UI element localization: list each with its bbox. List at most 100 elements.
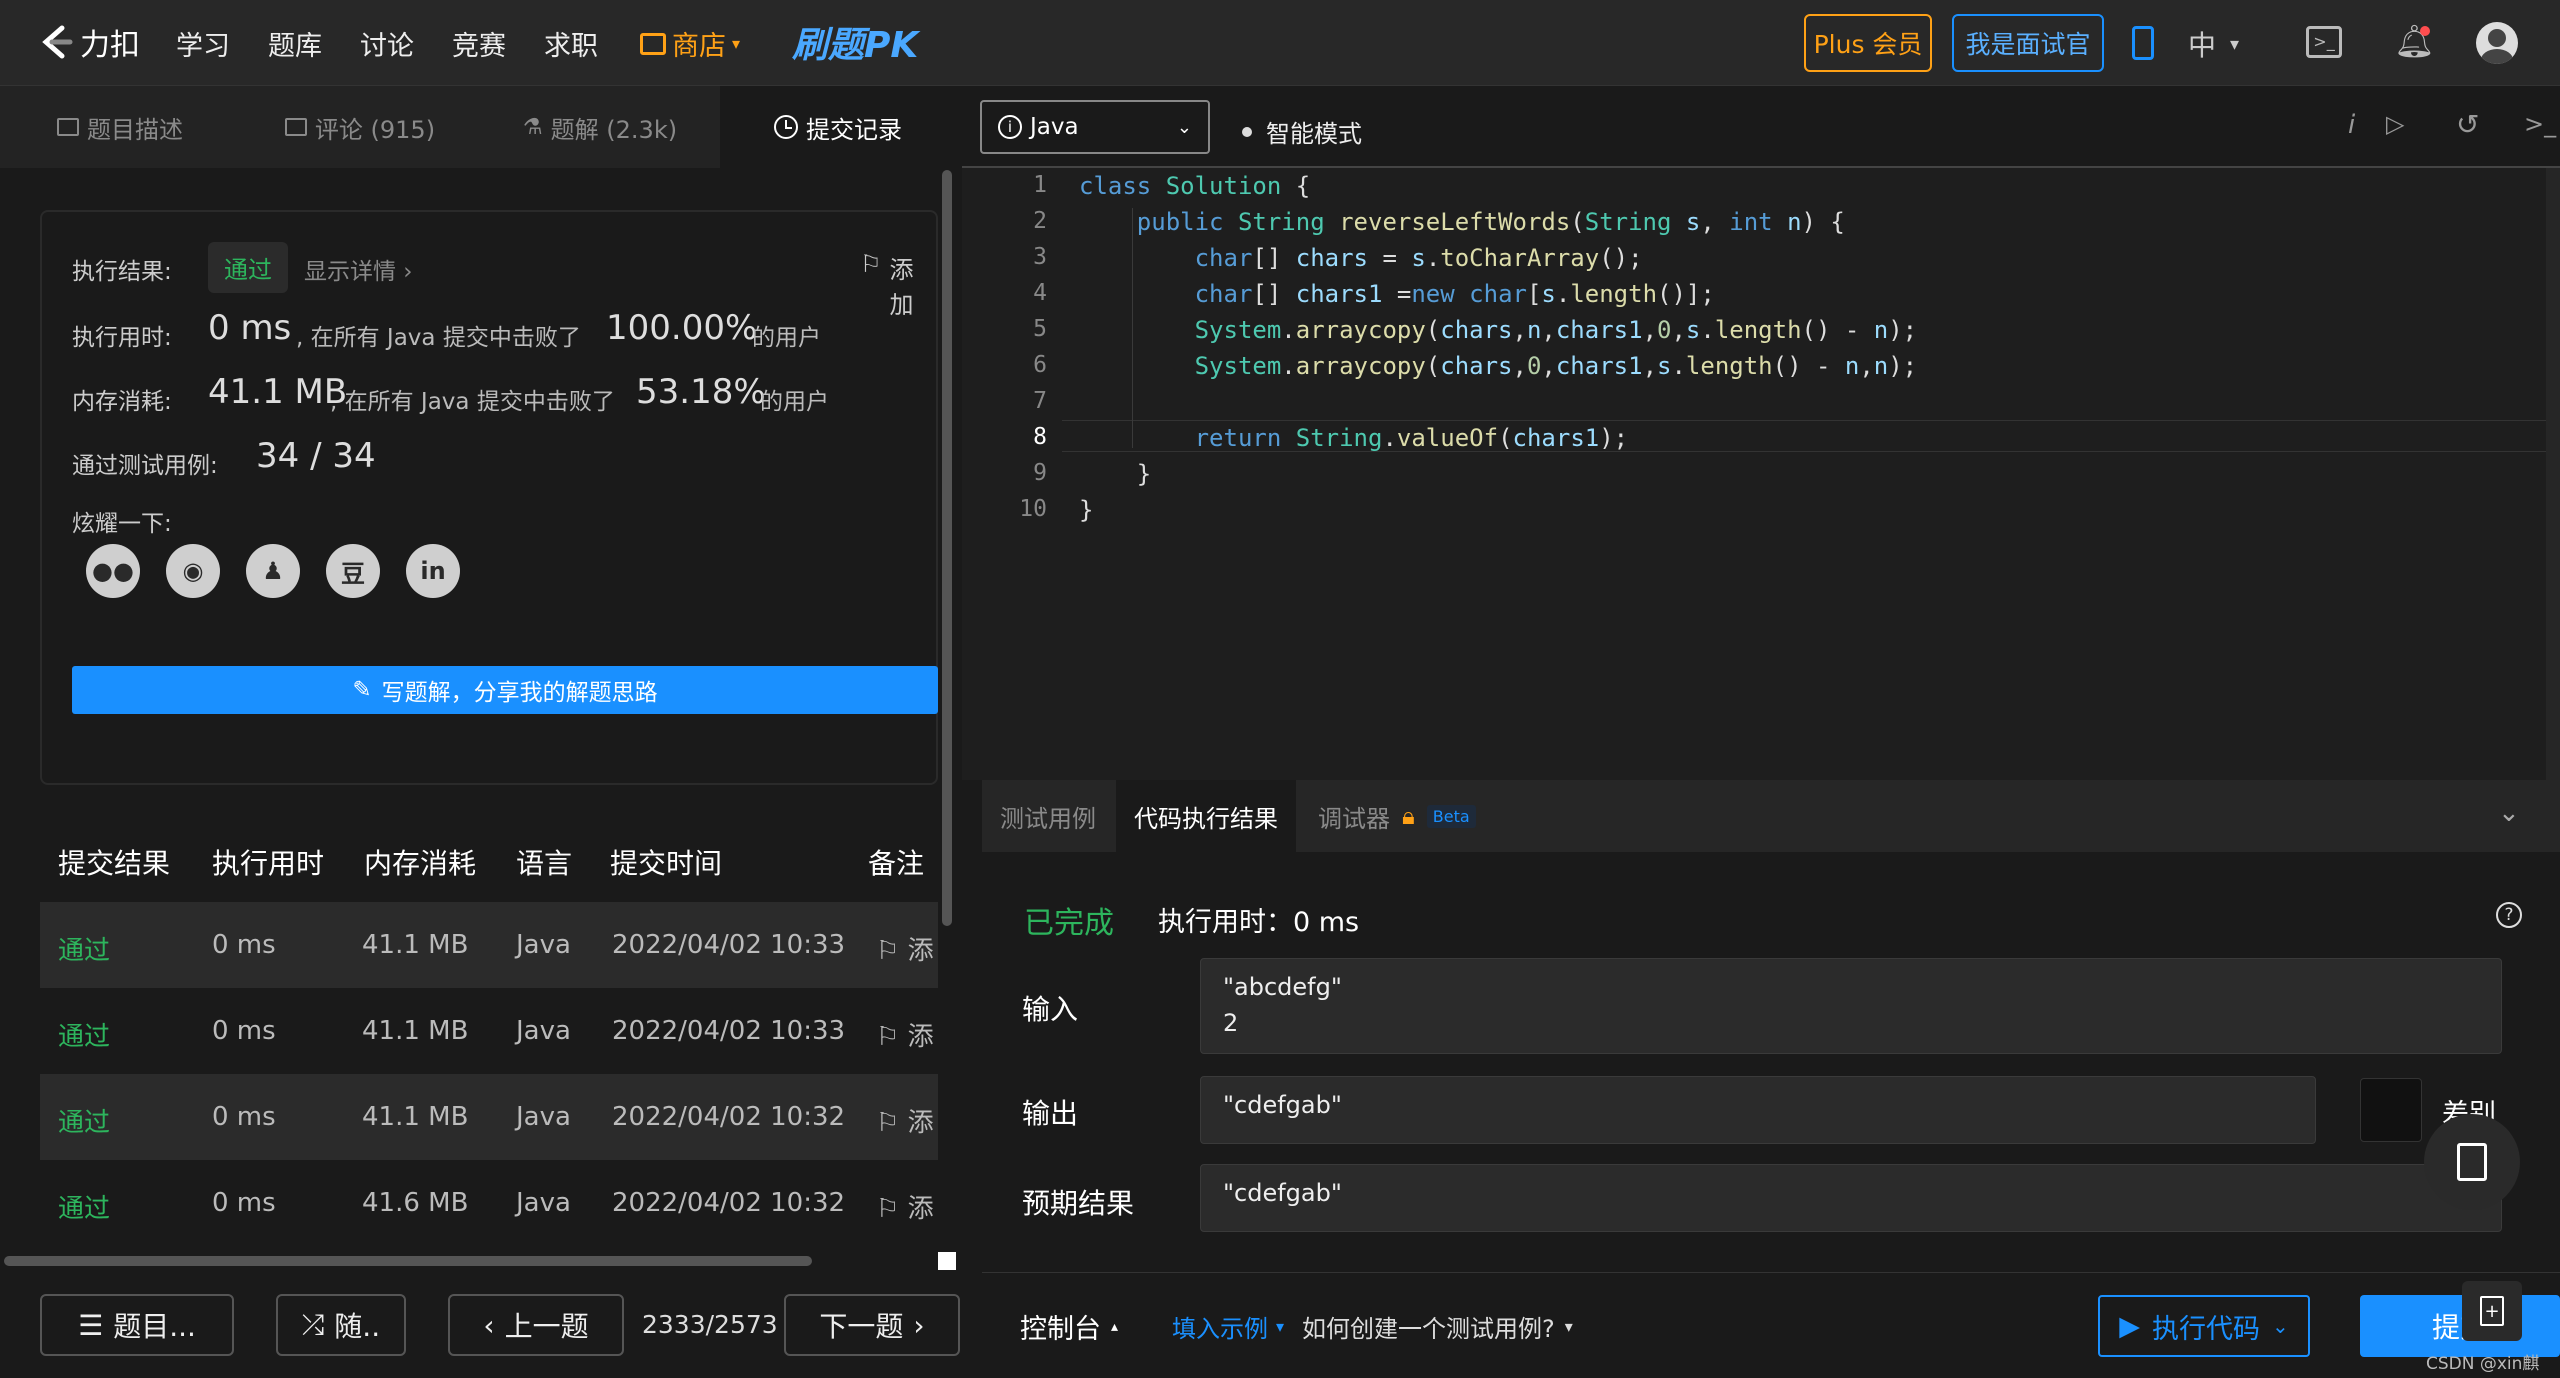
row-result[interactable]: 通过 bbox=[58, 1102, 110, 1139]
plus-member-label: Plus 会员 bbox=[1813, 30, 1923, 59]
table-row[interactable]: 通过 0 ms 41.1 MB Java 2022/04/02 10:33 ⚐ … bbox=[40, 902, 938, 988]
flag-icon: ⚐ bbox=[876, 1022, 900, 1052]
wechat-icon[interactable]: ●● bbox=[86, 544, 140, 598]
collapse-chevron-icon[interactable]: ⌄ bbox=[2498, 798, 2520, 828]
status-label: 执行结果: bbox=[72, 259, 172, 285]
fill-example-dropdown[interactable]: 填入示例 ▾ bbox=[1172, 1309, 1284, 1344]
plus-member-button[interactable]: Plus 会员 bbox=[1804, 14, 1932, 72]
status-badge: 通过 bbox=[208, 242, 288, 293]
qq-icon[interactable]: ♟ bbox=[246, 544, 300, 598]
tab-comments[interactable]: 评论 (915) bbox=[240, 86, 480, 168]
leetcode-logo[interactable]: 力扣 bbox=[38, 20, 140, 64]
random-button[interactable]: ⤮ 随.. bbox=[276, 1294, 406, 1356]
share-label: 炫耀一下: bbox=[72, 511, 172, 537]
flag-icon: ⚐ bbox=[860, 250, 882, 278]
row-language: Java bbox=[516, 930, 571, 960]
row-note-button[interactable]: ⚐ 添 bbox=[876, 930, 934, 967]
bottom-action-bar: 控制台 ▴ 填入示例 ▾ 如何创建一个测试用例? ▾ ▶ 执行代码 ⌄ 提交 +… bbox=[982, 1272, 2560, 1378]
add-note-float-button[interactable]: + bbox=[2462, 1281, 2522, 1341]
col-date: 提交时间 bbox=[610, 847, 723, 880]
row-date: 2022/04/02 10:33 bbox=[612, 1016, 846, 1046]
left-panel-scrollbar[interactable] bbox=[942, 170, 952, 926]
terminal-icon[interactable]: >_ bbox=[2524, 110, 2556, 138]
tab-debugger[interactable]: 调试器 🔒︎ Beta bbox=[1300, 780, 1494, 852]
playground-icon[interactable]: >_ bbox=[2306, 26, 2342, 58]
reset-icon[interactable]: ↺ bbox=[2456, 108, 2479, 141]
code-line: char[] chars1 =new char[s.length()]; bbox=[1194, 280, 1715, 308]
language-switch[interactable]: 中 ▾ bbox=[2188, 24, 2239, 64]
add-note-button[interactable]: ⚐ 添加 bbox=[860, 250, 936, 320]
mobile-icon[interactable] bbox=[2132, 26, 2154, 60]
play-icon[interactable]: ▷ bbox=[2386, 110, 2404, 138]
problem-list-button[interactable]: ☰ 题目... bbox=[40, 1294, 234, 1356]
table-row[interactable]: 通过 0 ms 41.6 MB Java 2022/04/02 10:32 ⚐ … bbox=[40, 1160, 938, 1246]
row-note-button[interactable]: ⚐ 添 bbox=[876, 1102, 934, 1139]
notification-dot bbox=[2420, 26, 2430, 36]
line-number: 8 bbox=[1033, 424, 1047, 450]
editor-toolbar: i Java ⌄ 智能模式 i ▷ ↺ >_ ⚙ ⛶ bbox=[962, 86, 2560, 168]
row-memory: 41.1 MB bbox=[362, 1102, 469, 1132]
info-italic-icon[interactable]: i bbox=[2348, 110, 2355, 140]
line-number: 3 bbox=[1033, 244, 1047, 270]
tab-solutions[interactable]: ⚗ 题解 (2.3k) bbox=[480, 86, 720, 168]
row-result[interactable]: 通过 bbox=[58, 1188, 110, 1225]
row-note-button[interactable]: ⚐ 添 bbox=[876, 1016, 934, 1053]
console-toggle[interactable]: 控制台 ▴ bbox=[1020, 1307, 1118, 1346]
avatar[interactable] bbox=[2476, 22, 2518, 64]
nav-discuss[interactable]: 讨论 bbox=[360, 24, 414, 63]
linkedin-icon[interactable]: in bbox=[406, 544, 460, 598]
nav-jobs[interactable]: 求职 bbox=[544, 24, 598, 63]
floating-notes-button[interactable] bbox=[2424, 1114, 2520, 1210]
row-memory: 41.6 MB bbox=[362, 1188, 469, 1218]
run-code-label: 执行代码 bbox=[2152, 1313, 2260, 1345]
run-code-button[interactable]: ▶ 执行代码 ⌄ bbox=[2098, 1295, 2310, 1357]
dot-icon bbox=[1242, 126, 1252, 137]
fill-example-label: 填入示例 bbox=[1172, 1315, 1268, 1343]
editor-vertical-scrollbar[interactable] bbox=[2546, 168, 2560, 780]
prev-problem-button[interactable]: ‹ 上一题 bbox=[448, 1294, 624, 1356]
memory-beat-text: , 在所有 Java 提交中击败了 bbox=[330, 389, 615, 415]
line-number: 5 bbox=[1033, 316, 1047, 342]
tab-testcase[interactable]: 测试用例 bbox=[982, 780, 1114, 852]
code-editor[interactable]: 1 2 3 4 5 6 7 8 9 10 class Solution { pu… bbox=[962, 168, 2560, 780]
memory-percent: 53.18% bbox=[636, 372, 766, 412]
input-label: 输入 bbox=[1022, 993, 1079, 1026]
table-horizontal-scrollbar[interactable] bbox=[4, 1256, 812, 1266]
nav-learn[interactable]: 学习 bbox=[176, 24, 230, 63]
row-memory: 41.1 MB bbox=[362, 930, 469, 960]
row-result[interactable]: 通过 bbox=[58, 930, 110, 967]
table-row[interactable]: 通过 0 ms 41.1 MB Java 2022/04/02 10:33 ⚐ … bbox=[40, 988, 938, 1074]
row-memory: 41.1 MB bbox=[362, 1016, 469, 1046]
scroll-corner bbox=[938, 1252, 956, 1270]
tab-description[interactable]: 题目描述 bbox=[0, 86, 240, 168]
flag-icon: ⚐ bbox=[876, 936, 900, 966]
nav-problems[interactable]: 题库 bbox=[268, 24, 322, 63]
smart-mode-toggle[interactable]: 智能模式 bbox=[1242, 114, 1362, 149]
interviewer-button[interactable]: 我是面试官 bbox=[1952, 14, 2104, 72]
nav-store[interactable]: 商店 ▾ bbox=[640, 24, 740, 63]
weibo-icon[interactable]: ◉ bbox=[166, 544, 220, 598]
tab-run-result[interactable]: 代码执行结果 bbox=[1116, 780, 1296, 852]
row-note-button[interactable]: ⚐ 添 bbox=[876, 1188, 934, 1225]
diff-toggle[interactable] bbox=[2360, 1078, 2422, 1142]
douban-icon[interactable]: 豆 bbox=[326, 544, 380, 598]
how-to-testcase-link[interactable]: 如何创建一个测试用例? ▾ bbox=[1302, 1309, 1573, 1344]
code-line: System.arraycopy(chars,0,chars1,s.length… bbox=[1194, 352, 1918, 380]
code-line: return String.valueOf(chars1); bbox=[1194, 424, 1629, 452]
row-date: 2022/04/02 10:32 bbox=[612, 1188, 846, 1218]
help-icon[interactable]: ? bbox=[2496, 902, 2522, 928]
language-select[interactable]: i Java ⌄ bbox=[980, 100, 1210, 154]
tab-submissions[interactable]: 提交记录 bbox=[720, 86, 956, 168]
next-problem-button[interactable]: 下一题 › bbox=[784, 1294, 960, 1356]
submit-button[interactable]: 提交 bbox=[2360, 1295, 2560, 1357]
table-row[interactable]: 通过 0 ms 41.1 MB Java 2022/04/02 10:32 ⚐ … bbox=[40, 1074, 938, 1160]
tab-description-label: 题目描述 bbox=[87, 115, 183, 144]
caret-down-icon: ▾ bbox=[2230, 33, 2240, 55]
show-details-link[interactable]: 显示详情 › bbox=[304, 252, 413, 286]
memory-users: 的用户 bbox=[760, 389, 829, 415]
write-solution-button[interactable]: ✎ 写题解，分享我的解题思路 bbox=[72, 666, 938, 714]
row-result[interactable]: 通过 bbox=[58, 1016, 110, 1053]
nav-pk[interactable]: 刷题PK bbox=[792, 16, 918, 68]
chevron-down-icon: ⌄ bbox=[2272, 1314, 2289, 1338]
nav-contest[interactable]: 竞赛 bbox=[452, 24, 506, 63]
